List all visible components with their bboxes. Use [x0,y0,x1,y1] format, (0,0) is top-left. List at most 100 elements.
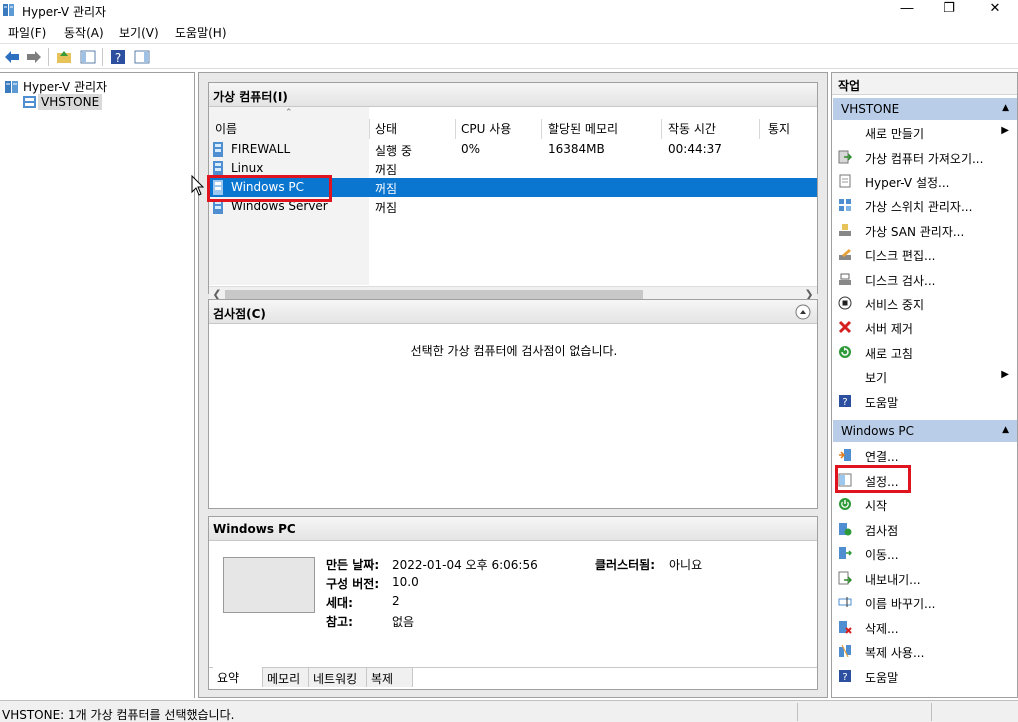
checkpoint-panel: 검사점(C) 선택한 가상 컴퓨터에 검사점이 없습니다. [208,299,818,509]
action-enable-replication-label: 복제 사용... [865,646,925,660]
edit-disk-icon [839,249,851,260]
action-new[interactable]: 새로 만들기 ▶ [832,120,1017,144]
details-panel: Windows PC 만든 날짜: 2022-01-04 오후 6:06:56 … [208,516,818,690]
action-move-label: 이동... [865,548,899,562]
col-notify[interactable]: 통지 [768,120,790,137]
generation-label: 세대: [326,596,353,610]
action-vsan-manager[interactable]: 가상 SAN 관리자... [832,218,1017,242]
mouse-cursor-icon [191,175,205,196]
delete-vm-icon [839,621,852,634]
help-icon[interactable]: ? [109,48,127,66]
tab-memory[interactable]: 메모리 [263,667,309,687]
virtual-switch-icon [839,199,851,211]
action-delete[interactable]: 삭제... [832,615,1017,639]
connect-icon [839,449,851,461]
action-connect[interactable]: 연결... [832,443,1017,467]
action-stop-service[interactable]: 서비스 중지 [832,291,1017,315]
collapse-chevron-icon[interactable] [795,304,811,320]
tab-summary[interactable]: 요약 [213,667,263,687]
action-start[interactable]: 시작 [832,492,1017,516]
action-inspect-disk[interactable]: 디스크 검사... [832,267,1017,291]
highlight-box-settings [835,465,911,493]
svg-text:?: ? [842,672,847,683]
title-bar: Hyper-V 관리자 ― ❐ ✕ [0,0,1018,20]
action-move[interactable]: 이동... [832,541,1017,565]
action-remove-server[interactable]: 서버 제거 [832,315,1017,339]
action-refresh-label: 새로 고침 [865,347,913,361]
show-action-pane-icon[interactable] [133,48,151,66]
action-connect-label: 연결... [865,450,899,464]
menu-file[interactable]: 파일(F) [8,24,46,41]
config-version-value: 10.0 [392,575,419,589]
action-enable-replication[interactable]: 복제 사용... [832,639,1017,663]
remove-x-icon [838,320,852,334]
col-name[interactable]: 이름 [215,120,237,137]
vm-panel-title: 가상 컴퓨터(I) [209,83,817,107]
vm-icon [213,161,223,176]
created-value: 2022-01-04 오후 6:06:56 [392,558,538,572]
replication-icon [839,644,851,658]
start-power-icon [839,498,851,510]
action-checkpoint[interactable]: 검사점 [832,517,1017,541]
help-icon: ? [839,670,851,683]
action-rename[interactable]: 이름 바꾸기... [832,590,1017,614]
close-button[interactable]: ✕ [972,0,1018,20]
collapse-triangle-icon: ▲ [1002,103,1009,113]
forward-arrow-icon[interactable] [25,48,43,66]
action-import-vm[interactable]: 가상 컴퓨터 가져오기... [832,145,1017,169]
sort-ascending-icon: ⌃ [285,108,293,118]
collapse-triangle-icon: ▲ [1002,425,1009,435]
notes-value: 없음 [392,615,415,629]
tab-replication[interactable]: 복제 [367,667,413,687]
checkpoint-empty-message: 선택한 가상 컴퓨터에 검사점이 없습니다. [410,344,618,358]
action-export-label: 내보내기... [865,573,921,587]
action-vswitch-manager-label: 가상 스위치 관리자... [865,200,973,214]
vm-name: FIREWALL [231,142,291,156]
tab-networking[interactable]: 네트워킹 [309,667,367,687]
vm-row-firewall[interactable]: FIREWALL 실행 중 0% 16384MB 00:44:37 [209,140,817,159]
minimize-button[interactable]: ― [884,0,930,20]
menu-help[interactable]: 도움말(H) [175,24,227,41]
col-uptime[interactable]: 작동 시간 [668,120,716,137]
section-vm[interactable]: Windows PC ▲ [833,420,1017,442]
menu-action[interactable]: 동작(A) [64,24,104,41]
refresh-icon [839,346,851,358]
vm-icon [213,142,223,157]
action-refresh[interactable]: 새로 고침 [832,340,1017,364]
col-cpu[interactable]: CPU 사용 [461,120,511,137]
show-hide-tree-icon[interactable] [79,48,97,66]
action-export[interactable]: 내보내기... [832,566,1017,590]
vm-state: 꺼짐 [375,201,398,215]
vm-state: 실행 중 [375,144,412,158]
vm-list-panel: 가상 컴퓨터(I) ⌃ 이름 상태 CPU 사용 할당된 메모리 작동 시간 통… [207,82,818,302]
action-import-vm-label: 가상 컴퓨터 가져오기... [865,152,984,166]
maximize-button[interactable]: ❐ [926,0,972,20]
checkpoint-panel-title: 검사점(C) [209,300,817,324]
menu-bar: 파일(F) 동작(A) 보기(V) 도움말(H) [0,20,1018,42]
virtual-san-icon [839,224,851,236]
rename-icon [838,597,852,607]
action-vswitch-manager[interactable]: 가상 스위치 관리자... [832,193,1017,217]
action-help-vm[interactable]: ? 도움말 [832,664,1017,688]
clustered-label: 클러스터됨: [595,558,655,572]
section-server[interactable]: VHSTONE ▲ [833,98,1017,120]
action-view[interactable]: 보기 ▶ [832,364,1017,388]
highlight-box-vm [207,175,332,202]
created-label: 만든 날짜: [326,558,380,572]
action-edit-disk-label: 디스크 편집... [865,249,936,263]
action-hyperv-settings[interactable]: Hyper-V 설정... [832,169,1017,193]
clustered-value: 아니요 [669,558,703,572]
vm-state: 꺼짐 [375,163,398,177]
action-edit-disk[interactable]: 디스크 편집... [832,242,1017,266]
actions-pane: 작업 VHSTONE ▲ 새로 만들기 ▶ 가상 컴퓨터 가져오기... Hyp… [831,72,1018,698]
tree-item-server[interactable]: VHSTONE [22,94,103,110]
col-memory[interactable]: 할당된 메모리 [548,120,618,137]
menu-view[interactable]: 보기(V) [119,24,159,41]
action-help-server[interactable]: ? 도움말 [832,389,1017,413]
folder-up-icon[interactable] [55,48,73,66]
svg-text:?: ? [842,397,847,408]
settings-page-icon [839,174,851,188]
action-new-label: 새로 만들기 [865,127,925,141]
back-arrow-icon[interactable] [3,48,21,66]
col-state[interactable]: 상태 [375,120,397,137]
